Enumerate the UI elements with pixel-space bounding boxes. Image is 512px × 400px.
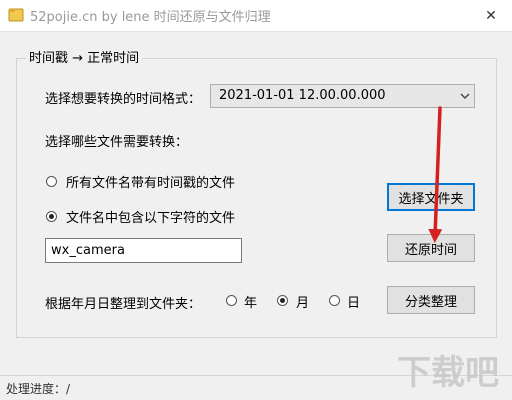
chevron-down-icon (459, 88, 471, 104)
close-button[interactable]: ✕ (470, 0, 512, 31)
select-folder-button[interactable]: 选择文件夹 (387, 183, 475, 211)
restore-time-button[interactable]: 还原时间 (387, 234, 475, 262)
radio-day[interactable] (329, 295, 340, 306)
file-scope-label: 选择哪些文件需要转换： (45, 135, 189, 150)
keyword-input[interactable] (45, 238, 242, 263)
group-title: 时间戳 → 正常时间 (26, 47, 143, 66)
close-icon: ✕ (485, 7, 497, 24)
radio-all-files-label[interactable]: 所有文件名带有时间戳的文件 (66, 172, 235, 191)
radio-year[interactable] (226, 295, 237, 306)
radio-month-label[interactable]: 月 (296, 292, 309, 311)
time-format-value: 2021-01-01 12.00.00.000 (219, 88, 386, 103)
app-icon (8, 8, 24, 22)
radio-contains-files[interactable] (46, 211, 57, 222)
window-title: 52pojie.cn by lene 时间还原与文件归理 (30, 10, 271, 25)
time-format-select[interactable]: 2021-01-01 12.00.00.000 (210, 84, 475, 108)
radio-month[interactable] (277, 295, 288, 306)
organize-label: 根据年月日整理到文件夹： (45, 297, 202, 312)
watermark-logo: 下载吧 (397, 353, 499, 393)
progress-status: 处理进度：/ (6, 382, 71, 396)
radio-year-label[interactable]: 年 (244, 292, 257, 311)
title-bar: 52pojie.cn by lene 时间还原与文件归理 ✕ (0, 0, 512, 32)
radio-all-files[interactable] (46, 176, 57, 187)
watermark-text: 下载吧 (397, 353, 499, 393)
radio-day-label[interactable]: 日 (347, 292, 360, 311)
radio-contains-files-label[interactable]: 文件名中包含以下字符的文件 (66, 207, 235, 226)
classify-button[interactable]: 分类整理 (387, 286, 475, 314)
time-format-label: 选择想要转换的时间格式： (45, 92, 202, 107)
